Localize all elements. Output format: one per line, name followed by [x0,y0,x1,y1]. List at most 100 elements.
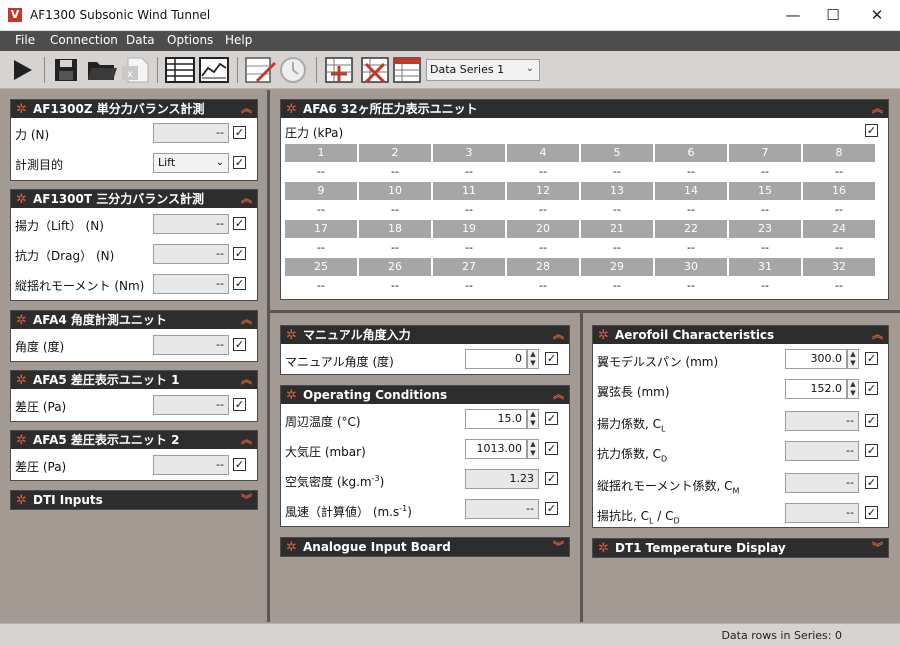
ld-checkbox[interactable]: ✓ [865,506,878,519]
chord-input[interactable]: 152.0 [785,379,847,399]
temp-checkbox[interactable]: ✓ [545,412,558,425]
spin-up-icon[interactable]: ▲ [848,380,858,389]
pressure-port-value: -- [835,165,843,178]
spin-up-icon[interactable]: ▲ [528,410,538,419]
operating-header[interactable]: ✲ Operating Conditions ︽ [281,386,569,404]
purpose-dropdown[interactable]: Lift ⌄ [153,153,229,173]
collapse-icon[interactable]: ︽ [241,190,252,208]
collapse-icon[interactable]: ︽ [241,100,252,118]
dp1-row: 差圧 (Pa) -- ✓ [11,394,257,416]
play-icon[interactable] [10,56,36,84]
angle-checkbox[interactable]: ✓ [233,338,246,351]
edit-chart-icon[interactable] [244,56,276,84]
maximize-button[interactable]: ☐ [810,0,856,31]
moment-checkbox[interactable]: ✓ [233,277,246,290]
dp1-checkbox[interactable]: ✓ [233,398,246,411]
analogue-header[interactable]: ✲ Analogue Input Board ︾ [281,538,569,556]
collapse-icon[interactable]: ︽ [241,311,252,329]
force-checkbox[interactable]: ✓ [233,126,246,139]
spin-down-icon[interactable]: ▼ [528,359,538,368]
collapse-icon[interactable]: ︽ [241,431,252,449]
purpose-row: 計測目的 Lift ⌄ ✓ [11,152,257,174]
afa6-header[interactable]: ✲ AFA6 32ヶ所圧力表示ユニット ︽ [281,100,888,118]
af1300z-header[interactable]: ✲ AF1300Z 単分力バランス計測 ︽ [11,100,257,118]
collapse-icon[interactable]: ︽ [241,371,252,389]
atm-pressure-input[interactable]: 1013.00 [465,439,527,459]
drag-row: 抗力（Drag） (N) -- ✓ [11,243,257,265]
dti-header[interactable]: ✲ DTI Inputs ︾ [11,491,257,509]
spin-down-icon[interactable]: ▼ [528,449,538,458]
spin-down-icon[interactable]: ▼ [848,389,858,398]
dt1-header[interactable]: ✲ DT1 Temperature Display ︾ [593,539,888,557]
manual-angle-checkbox[interactable]: ✓ [545,352,558,365]
spin-up-icon[interactable]: ▲ [528,350,538,359]
add-series-icon[interactable] [324,56,354,84]
manual-angle-input[interactable]: 0 [465,349,527,369]
spin-down-icon[interactable]: ▼ [848,359,858,368]
expand-icon[interactable]: ︾ [553,538,564,556]
spin-up-icon[interactable]: ▲ [848,350,858,359]
span-checkbox[interactable]: ✓ [865,352,878,365]
force-row: 力 (N) -- ✓ [11,122,257,144]
lift-checkbox[interactable]: ✓ [233,217,246,230]
span-input[interactable]: 300.0 [785,349,847,369]
table-view-icon[interactable] [164,56,196,84]
manual-angle-header[interactable]: ✲ マニュアル角度入力 ︽ [281,326,569,344]
open-folder-icon[interactable] [86,56,118,84]
temp-stepper[interactable]: ▲ ▼ [527,409,539,429]
series-settings-icon[interactable] [392,56,422,84]
pressure-port-label: 10 [359,182,431,200]
pressure-port-value: -- [391,165,399,178]
pressure-port-label: 19 [433,220,505,238]
drag-checkbox[interactable]: ✓ [233,247,246,260]
series-select[interactable]: Data Series 1 ⌄ [426,59,540,81]
cm-checkbox[interactable]: ✓ [865,476,878,489]
spin-down-icon[interactable]: ▼ [528,419,538,428]
af1300t-header[interactable]: ✲ AF1300T 三分力バランス計測 ︽ [11,190,257,208]
menu-help[interactable]: Help [225,33,252,47]
manual-angle-stepper[interactable]: ▲ ▼ [527,349,539,369]
menu-connection[interactable]: Connection [50,33,118,47]
af1300t-card: ✲ AF1300T 三分力バランス計測 ︽ 揚力（Lift） (N) -- ✓ … [10,189,258,301]
aerofoil-header[interactable]: ✲ Aerofoil Characteristics ︽ [593,326,888,344]
collapse-icon[interactable]: ︽ [553,326,564,344]
menu-data[interactable]: Data [126,33,155,47]
chord-checkbox[interactable]: ✓ [865,382,878,395]
chart-view-icon[interactable] [198,56,230,84]
cd-row: 抗力係数, CD -- ✓ [593,441,888,463]
pressure-checkbox[interactable]: ✓ [865,124,878,137]
collapse-icon[interactable]: ︽ [553,386,564,404]
atm-pressure-stepper[interactable]: ▲ ▼ [527,439,539,459]
afa4-header[interactable]: ✲ AFA4 角度計測ユニット ︽ [11,311,257,329]
cl-checkbox[interactable]: ✓ [865,414,878,427]
afa5-2-header[interactable]: ✲ AFA5 差圧表示ユニット 2 ︽ [11,431,257,449]
wind-checkbox[interactable]: ✓ [545,502,558,515]
pressure-port-value: -- [835,203,843,216]
density-checkbox[interactable]: ✓ [545,472,558,485]
spin-up-icon[interactable]: ▲ [528,440,538,449]
dp2-checkbox[interactable]: ✓ [233,458,246,471]
expand-icon[interactable]: ︾ [241,491,252,509]
afa5-1-header[interactable]: ✲ AFA5 差圧表示ユニット 1 ︽ [11,371,257,389]
purpose-checkbox[interactable]: ✓ [233,156,246,169]
expand-icon[interactable]: ︾ [872,539,883,557]
temp-input[interactable]: 15.0 [465,409,527,429]
export-excel-icon[interactable]: x [120,56,150,84]
close-button[interactable]: ✕ [854,0,900,31]
angle-row: 角度 (度) -- ✓ [11,334,257,356]
cd-value: -- [785,441,859,461]
cd-checkbox[interactable]: ✓ [865,444,878,457]
atm-pressure-checkbox[interactable]: ✓ [545,442,558,455]
delete-series-icon[interactable] [360,56,390,84]
clock-icon[interactable] [278,56,308,84]
save-icon[interactable] [52,56,80,84]
collapse-icon[interactable]: ︽ [872,100,883,118]
chord-stepper[interactable]: ▲ ▼ [847,379,859,399]
collapse-icon[interactable]: ︽ [872,326,883,344]
moment-value: -- [153,274,229,294]
panel-divider [580,313,583,622]
menu-options[interactable]: Options [167,33,213,47]
gear-icon: ✲ [286,328,297,343]
menu-file[interactable]: File [15,33,35,47]
span-stepper[interactable]: ▲ ▼ [847,349,859,369]
